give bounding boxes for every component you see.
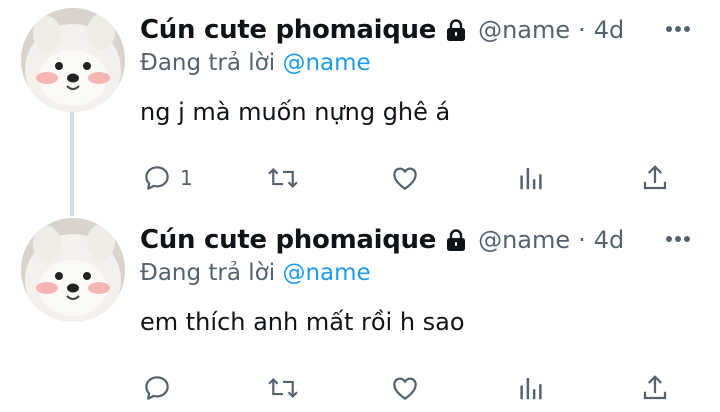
replying-to: Đang trả lời @name	[140, 50, 371, 76]
author-name[interactable]: Cún cute phomaique	[140, 225, 436, 255]
author-handle[interactable]: @name	[478, 226, 570, 254]
like-button[interactable]	[390, 158, 420, 198]
avatar[interactable]	[21, 218, 125, 322]
lock-icon	[444, 228, 468, 252]
replying-to-label: Đang trả lời	[140, 50, 276, 76]
dog-avatar-image	[21, 8, 125, 112]
tweet-text: ng j mà muốn nựng ghê á	[140, 98, 451, 126]
tweet-timestamp[interactable]: 4d	[594, 16, 625, 44]
views-button[interactable]	[516, 368, 546, 408]
retweet-button[interactable]	[266, 158, 300, 198]
tweet-header: Cún cute phomaique @name · 4d	[140, 220, 624, 260]
separator-dot: ·	[578, 16, 586, 44]
dog-avatar-image	[21, 218, 125, 322]
reply-icon	[145, 166, 169, 190]
tweet-timestamp[interactable]: 4d	[594, 226, 625, 254]
more-options-button[interactable]	[664, 226, 692, 252]
reply-icon	[145, 376, 169, 400]
avatar[interactable]	[21, 8, 125, 112]
share-icon	[643, 375, 667, 400]
share-button[interactable]	[640, 368, 670, 408]
replying-to-handle[interactable]: @name	[282, 260, 370, 286]
more-dots-icon	[666, 26, 690, 32]
tweet-actions: 1	[0, 158, 720, 198]
heart-icon	[393, 377, 417, 400]
author-name[interactable]: Cún cute phomaique	[140, 15, 436, 45]
views-button[interactable]	[516, 158, 546, 198]
more-dots-icon	[666, 236, 690, 242]
lock-icon	[444, 18, 468, 42]
reply-button[interactable]	[142, 368, 180, 408]
analytics-icon	[520, 378, 542, 400]
analytics-icon	[520, 168, 542, 190]
tweet-text: em thích anh mất rồi h sao	[140, 308, 465, 336]
reply-button[interactable]: 1	[142, 158, 193, 198]
separator-dot: ·	[578, 226, 586, 254]
replying-to-label: Đang trả lời	[140, 260, 276, 286]
tweet-actions	[0, 368, 720, 408]
replying-to-handle[interactable]: @name	[282, 50, 370, 76]
share-button[interactable]	[640, 158, 670, 198]
like-button[interactable]	[390, 368, 420, 408]
replying-to: Đang trả lời @name	[140, 260, 371, 286]
retweet-icon	[268, 167, 298, 189]
retweet-icon	[268, 377, 298, 399]
tweet[interactable]: Cún cute phomaique @name · 4d Đang trả l…	[0, 218, 720, 412]
heart-icon	[393, 167, 417, 190]
reply-count: 1	[180, 166, 193, 190]
tweet-header: Cún cute phomaique @name · 4d	[140, 10, 624, 50]
more-options-button[interactable]	[664, 16, 692, 42]
author-handle[interactable]: @name	[478, 16, 570, 44]
tweet[interactable]: Cún cute phomaique @name · 4d Đang trả l…	[0, 8, 720, 208]
retweet-button[interactable]	[266, 368, 300, 408]
share-icon	[643, 165, 667, 190]
